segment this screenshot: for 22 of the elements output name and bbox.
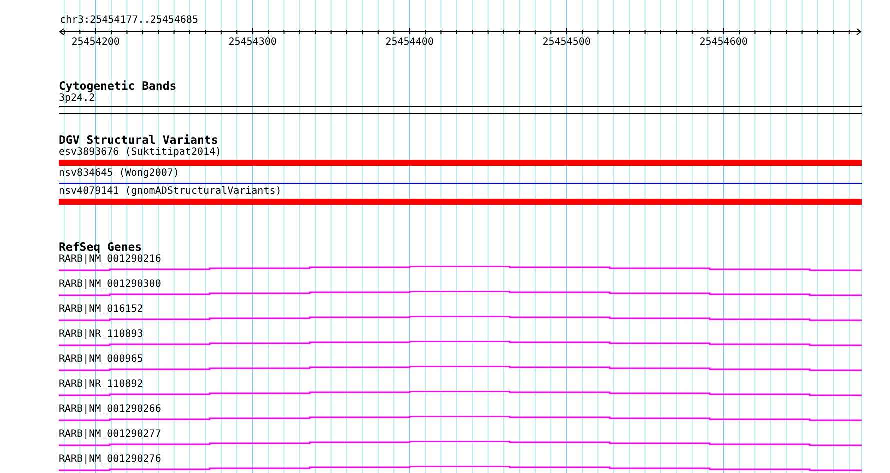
- feature-label: RARB|NM_001290300: [59, 279, 162, 291]
- track-title: RefSeq Genes: [59, 241, 144, 254]
- feature-label: nsv4079141 (gnomADStructuralVariants): [59, 186, 283, 198]
- feature-label: 3p24.2: [59, 93, 96, 105]
- feature-label: RARB|NR_110892: [59, 379, 144, 391]
- feature-label: RARB|NM_001290216: [59, 254, 162, 266]
- feature-label: esv3893676 (Suktitipat2014): [59, 147, 223, 159]
- feature-label: RARB|NM_001290277: [59, 429, 162, 441]
- tick-label: 25454200: [72, 37, 120, 49]
- feature-label: RARB|NM_016152: [59, 304, 144, 316]
- feature-label: RARB|NM_001290276: [59, 454, 162, 466]
- feature-label: nsv834645 (Wong2007): [59, 168, 180, 180]
- tick-label: 25454600: [700, 37, 748, 49]
- feature-label: RARB|NM_000965: [59, 354, 144, 366]
- feature-label: RARB|NM_001290266: [59, 404, 162, 416]
- tick-label: 25454500: [542, 37, 591, 49]
- location-label: chr3:25454177..25454685: [60, 15, 200, 27]
- track-title: Cytogenetic Bands: [59, 80, 178, 93]
- tick-label: 25454400: [386, 37, 434, 49]
- tick-label: 25454300: [228, 37, 277, 49]
- track-title: DGV Structural Variants: [59, 134, 220, 147]
- feature-label: RARB|NR_110893: [59, 329, 144, 341]
